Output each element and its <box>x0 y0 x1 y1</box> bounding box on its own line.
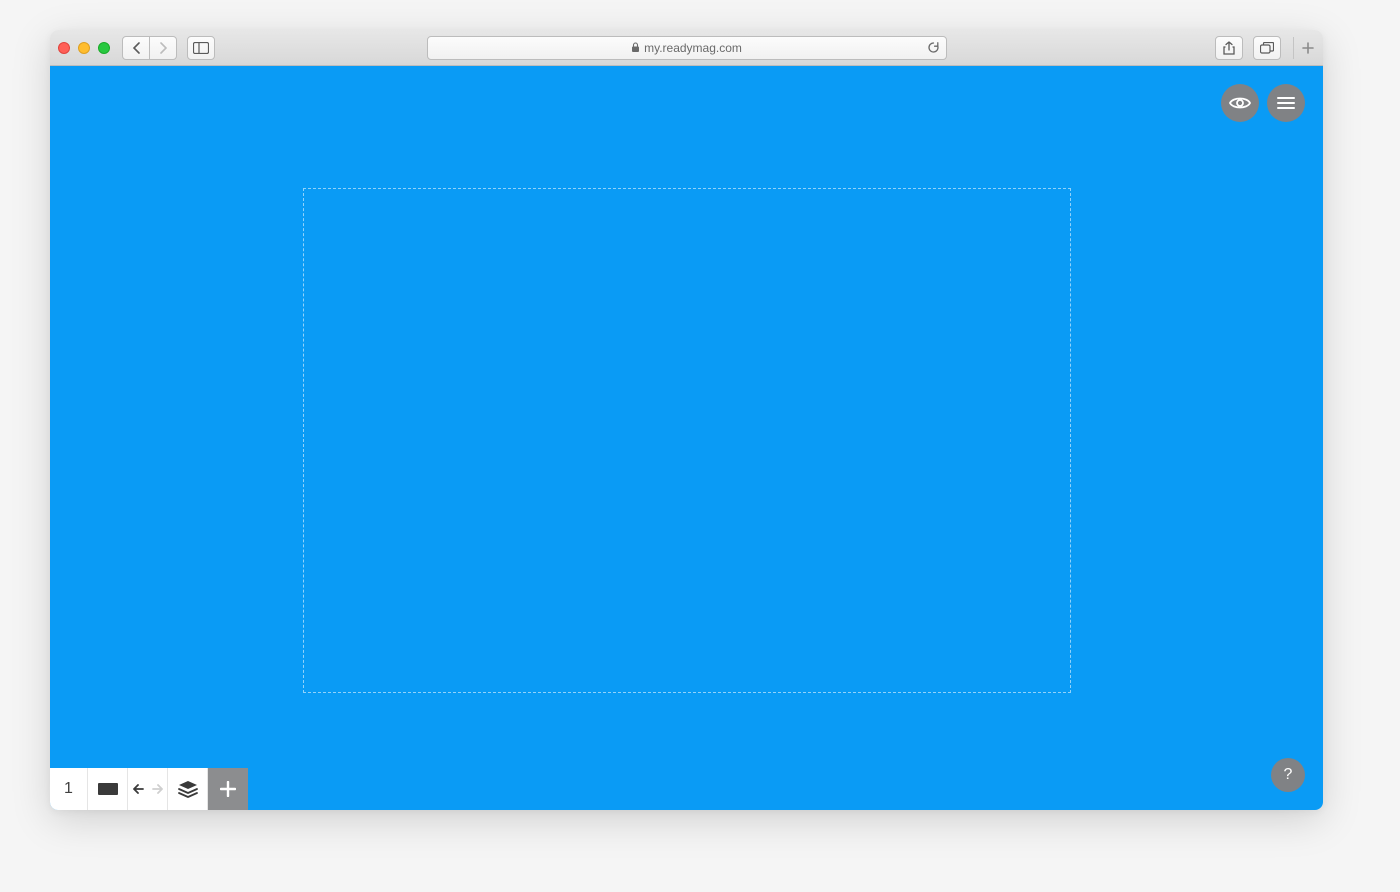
url-text: my.readymag.com <box>644 41 742 55</box>
redo-icon <box>149 783 163 795</box>
lock-icon <box>631 42 640 53</box>
plus-icon <box>220 781 236 797</box>
canvas-safe-area <box>303 188 1071 693</box>
redo-button[interactable] <box>149 783 163 795</box>
preview-button[interactable] <box>1221 84 1259 122</box>
address-bar[interactable]: my.readymag.com <box>427 36 947 60</box>
add-widget-button[interactable] <box>208 768 248 810</box>
close-window-button[interactable] <box>58 42 70 54</box>
help-label: ? <box>1284 766 1293 784</box>
undo-icon <box>133 783 147 795</box>
device-preview-button[interactable] <box>88 768 128 810</box>
sidebar-icon <box>193 42 209 54</box>
help-button[interactable]: ? <box>1271 758 1305 792</box>
maximize-window-button[interactable] <box>98 42 110 54</box>
sidebar-toggle-button[interactable] <box>187 36 215 60</box>
share-button[interactable] <box>1215 36 1243 60</box>
undo-button[interactable] <box>133 783 147 795</box>
eye-icon <box>1229 96 1251 110</box>
layers-button[interactable] <box>168 768 208 810</box>
browser-window: my.readymag.com <box>50 30 1323 810</box>
editor-viewport[interactable]: ? 1 <box>50 66 1323 810</box>
reload-button[interactable] <box>927 41 940 54</box>
reload-icon <box>927 41 940 54</box>
tabs-button[interactable] <box>1253 36 1281 60</box>
desktop-icon <box>97 782 119 796</box>
undo-redo-group <box>128 768 168 810</box>
browser-titlebar: my.readymag.com <box>50 30 1323 66</box>
plus-icon <box>1302 42 1314 54</box>
chevron-left-icon <box>133 42 140 54</box>
browser-right-buttons <box>1215 36 1315 60</box>
page-number: 1 <box>64 780 73 798</box>
new-tab-button[interactable] <box>1293 37 1315 59</box>
chevron-right-icon <box>160 42 167 54</box>
minimize-window-button[interactable] <box>78 42 90 54</box>
hamburger-icon <box>1277 97 1295 109</box>
bottom-toolbar: 1 <box>50 768 248 810</box>
top-controls <box>1221 84 1305 122</box>
page-indicator[interactable]: 1 <box>50 768 88 810</box>
layers-icon <box>178 780 198 798</box>
back-button[interactable] <box>122 36 150 60</box>
window-controls <box>58 42 110 54</box>
tabs-icon <box>1260 42 1274 54</box>
share-icon <box>1223 41 1235 55</box>
forward-button[interactable] <box>149 36 177 60</box>
menu-button[interactable] <box>1267 84 1305 122</box>
nav-buttons <box>122 36 177 60</box>
